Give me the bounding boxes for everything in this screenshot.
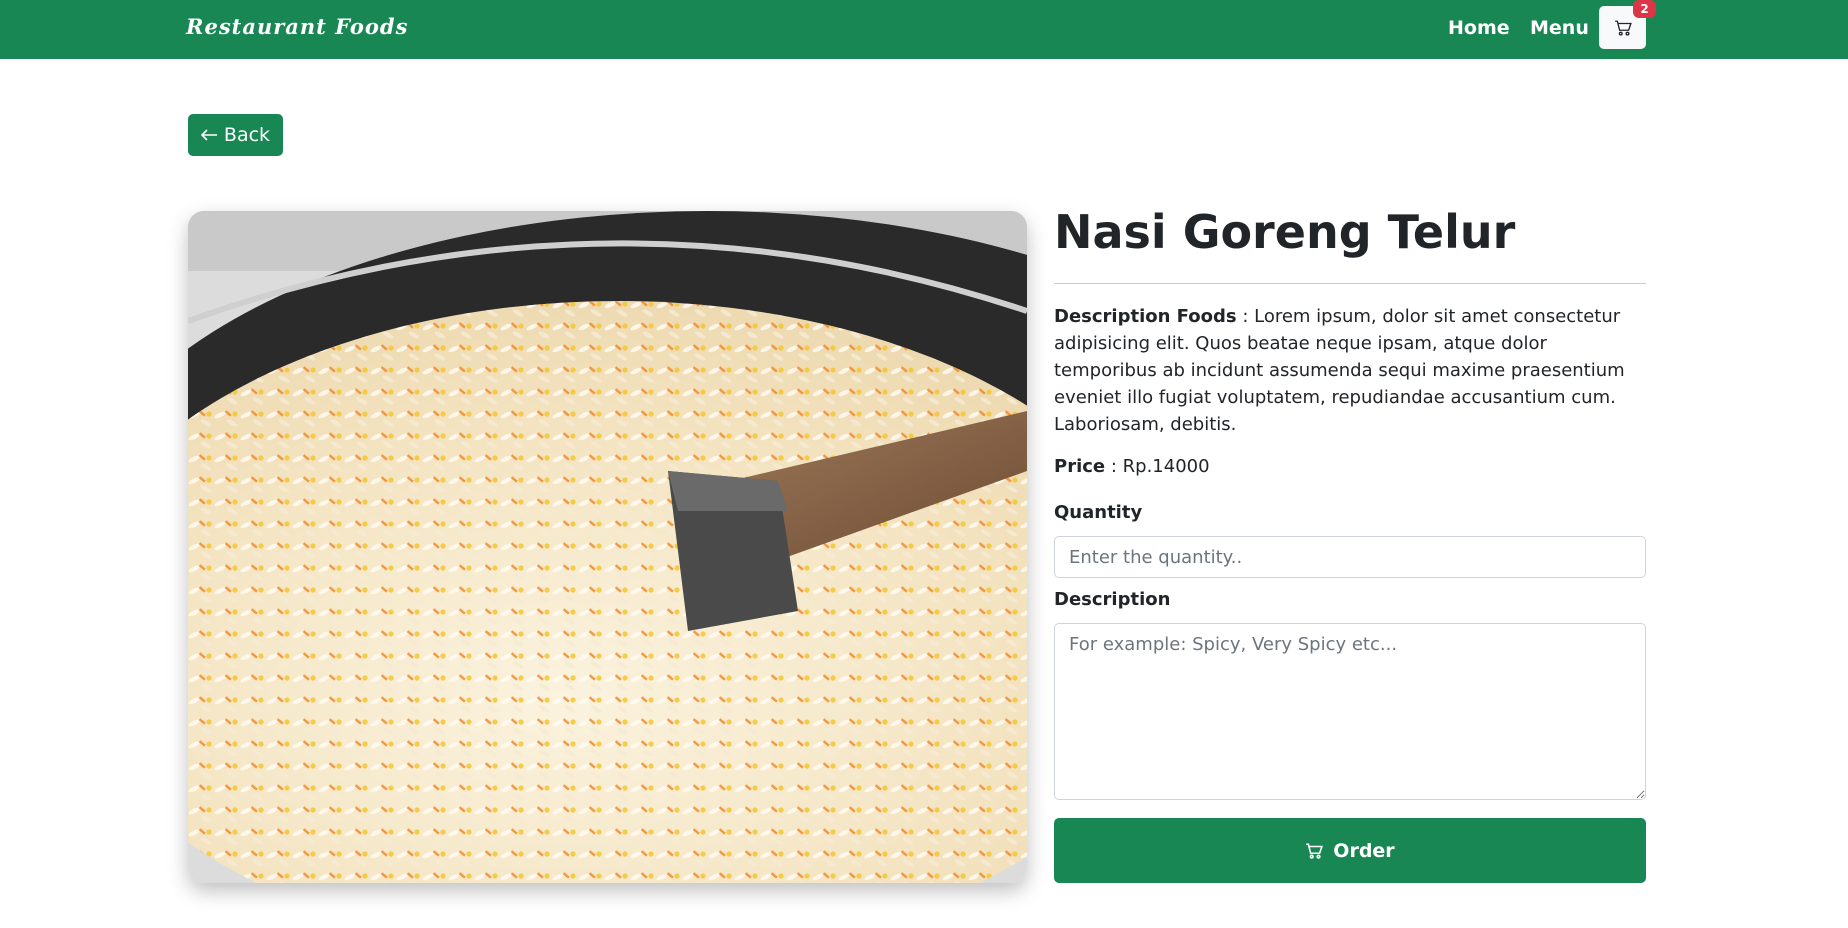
cart-icon <box>1614 20 1632 36</box>
title-divider <box>1054 283 1646 284</box>
food-description: Description Foods : Lorem ipsum, dolor s… <box>1054 306 1625 435</box>
navbar: Restaurant Foods Home Menu 2 <box>0 0 1848 59</box>
order-button-label: Order <box>1333 839 1395 862</box>
nav-menu-link[interactable]: Menu <box>1530 17 1589 39</box>
quantity-label: Quantity <box>1054 502 1143 523</box>
food-image <box>188 211 1027 883</box>
cart-count-badge: 2 <box>1633 0 1656 18</box>
order-description-input[interactable] <box>1054 623 1646 800</box>
order-description-label: Description <box>1054 589 1171 610</box>
quantity-input[interactable] <box>1054 536 1646 578</box>
order-button[interactable]: Order <box>1054 818 1646 883</box>
food-title: Nasi Goreng Telur <box>1054 205 1516 259</box>
cart-icon <box>1306 842 1324 859</box>
back-button[interactable]: Back <box>188 114 283 156</box>
food-price: Price : Rp.14000 <box>1054 456 1210 477</box>
description-foods-label: Description Foods <box>1054 306 1237 327</box>
back-button-label: Back <box>223 124 271 146</box>
arrow-left-icon <box>200 129 217 141</box>
price-value: Rp.14000 <box>1122 456 1210 477</box>
brand-logo[interactable]: Restaurant Foods <box>186 14 408 39</box>
fried-rice-photo <box>188 211 1027 883</box>
price-label: Price <box>1054 456 1106 477</box>
nav-home-link[interactable]: Home <box>1448 17 1510 39</box>
